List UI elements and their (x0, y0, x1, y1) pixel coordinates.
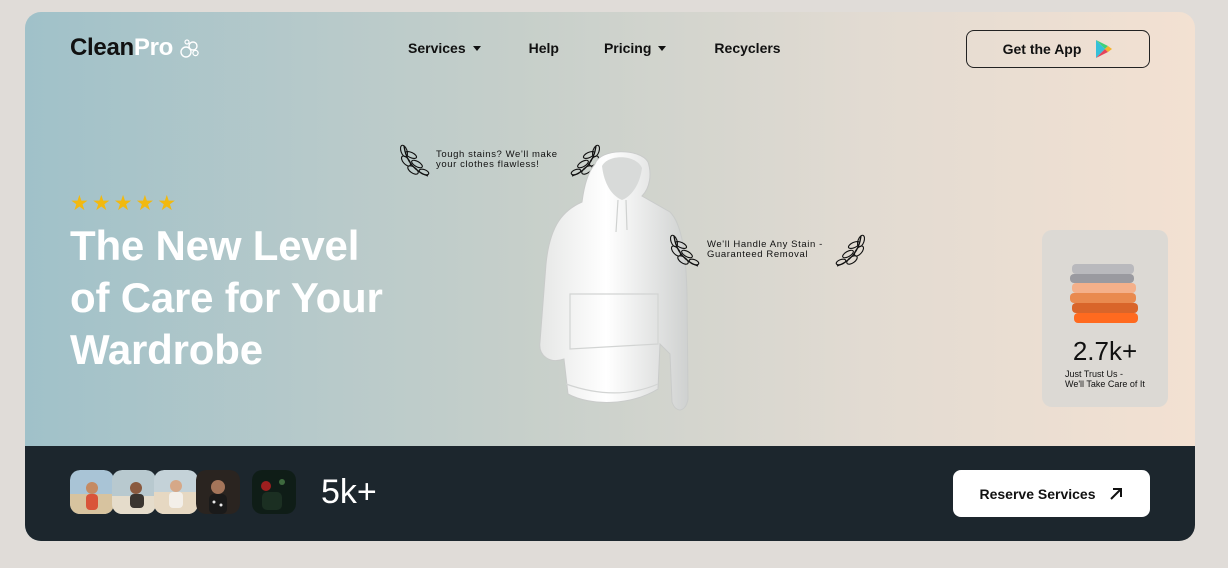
bottom-bar: 5k+ Reserve Services (25, 446, 1195, 541)
caret-down-icon (658, 45, 667, 51)
star-icon: ★ (91, 192, 111, 215)
brand-name-part1: Clean (70, 34, 134, 61)
stats-caption-line2: We'll Take Care of It (1065, 379, 1145, 389)
google-play-icon (1096, 40, 1113, 58)
guarantee-badge: We'll Handle Any Stain - Guaranteed Remo… (668, 232, 867, 268)
avatar (112, 470, 156, 514)
laurel-left-icon (669, 234, 700, 267)
reserve-services-label: Reserve Services (979, 485, 1096, 502)
nav-item-pricing[interactable]: Pricing (603, 40, 667, 56)
brand-logo[interactable]: Clean Pro (70, 34, 201, 62)
nav-item-recyclers[interactable]: Recyclers (714, 40, 780, 56)
avatar (154, 470, 198, 514)
get-app-button[interactable]: Get the App (966, 30, 1150, 68)
avatar (196, 470, 240, 514)
hero-headline: The New Level of Care for Your Wardrobe (70, 222, 383, 373)
rating-stars: ★ ★ ★ ★ ★ (70, 192, 177, 215)
hoodie-image (539, 151, 689, 411)
stats-caption-line1: Just Trust Us - (1065, 369, 1124, 379)
guarantee-badge-text: We'll Handle Any Stain - Guaranteed Remo… (707, 239, 823, 260)
avatar (252, 470, 296, 514)
star-icon: ★ (157, 192, 177, 215)
stats-caption: Just Trust Us - We'll Take Care of It (1065, 369, 1155, 389)
laurel-right-icon (835, 234, 866, 267)
nav-item-label: Services (408, 40, 466, 56)
bubbles-icon (180, 39, 199, 58)
nav-item-label: Recyclers (714, 40, 781, 56)
reserve-services-button[interactable]: Reserve Services (953, 470, 1150, 517)
brand-name-part2: Pro (133, 34, 173, 61)
caret-down-icon (472, 45, 481, 51)
customer-avatars (70, 470, 296, 514)
customers-count: 5k+ (321, 473, 377, 511)
nav-item-help[interactable]: Help (529, 40, 559, 56)
avatar (70, 470, 114, 514)
get-app-label: Get the App (1002, 41, 1082, 57)
star-icon: ★ (70, 192, 89, 215)
stats-card: 2.7k+ Just Trust Us - We'll Take Care of… (1042, 230, 1168, 407)
main-nav: Services Help Pricing Recyclers (408, 40, 781, 56)
laurel-left-icon (399, 144, 430, 177)
nav-item-services[interactable]: Services (408, 40, 481, 56)
stats-value: 2.7k+ (1072, 336, 1138, 366)
star-icon: ★ (135, 192, 155, 215)
arrow-up-right-icon (1109, 487, 1122, 500)
nav-item-label: Pricing (603, 40, 652, 56)
nav-item-label: Help (528, 40, 559, 56)
star-icon: ★ (113, 192, 133, 215)
folded-clothes-image (1070, 264, 1138, 323)
hero-card: Clean Pro Services Help Pricing Recyclers… (25, 12, 1195, 541)
